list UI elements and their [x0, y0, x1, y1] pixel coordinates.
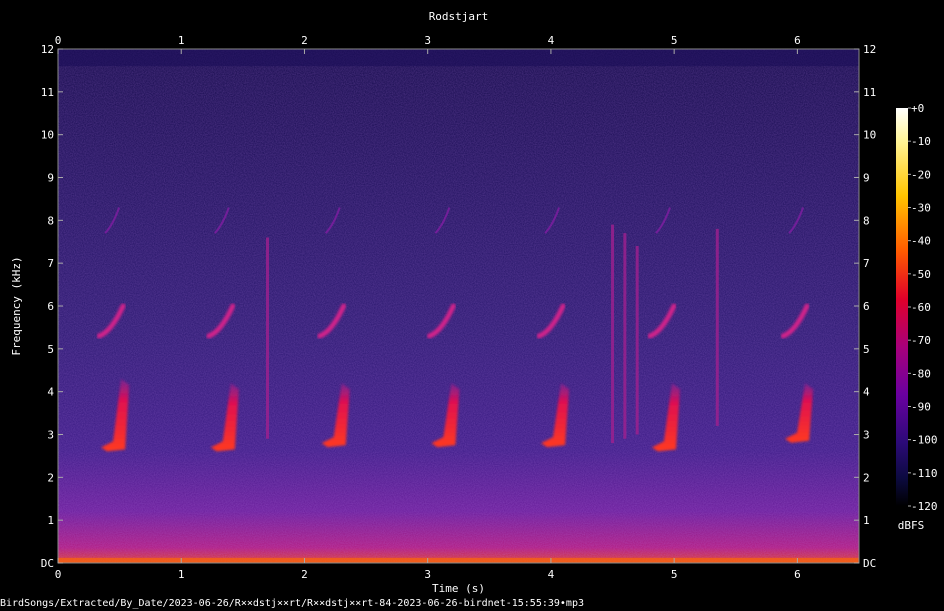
colorbar-tick-label: -100 — [911, 434, 938, 447]
colorbar-tick-label: -40 — [911, 235, 931, 248]
y-tick-label-left: 3 — [47, 429, 54, 442]
spectrogram-chart: 00112233445566DC DC1 12 23 34 45 56 67 78 89 910 10… — [10, 10, 938, 595]
spectrogram-noise-texture — [58, 49, 859, 563]
colorbar-gradient — [896, 108, 908, 506]
x-tick-label-top: 2 — [301, 34, 308, 47]
y-tick-label-right: 11 — [863, 86, 876, 99]
x-tick-label-top: 4 — [548, 34, 555, 47]
y-tick-label-left: 11 — [41, 86, 54, 99]
y-tick-label-right: 3 — [863, 429, 870, 442]
spectrogram-plot-area — [57, 48, 860, 564]
colorbar: +0 -10 -20 -30 -40 -50 -60 -70 -80 -90 -100 -110 -12… — [896, 102, 938, 532]
colorbar-tick-label: -30 — [911, 202, 931, 215]
colorbar-tick-label: -60 — [911, 301, 931, 314]
x-tick-label-bottom: 3 — [424, 568, 431, 581]
x-tick-label-bottom: 4 — [548, 568, 555, 581]
colorbar-tick-label: -20 — [911, 168, 931, 181]
y-tick-label-right: 8 — [863, 214, 870, 227]
y-tick-label-left: DC — [41, 557, 54, 570]
y-tick-label-right: 1 — [863, 514, 870, 527]
y-tick-label-left: 4 — [47, 386, 54, 399]
x-tick-label-top: 0 — [55, 34, 62, 47]
x-tick-label-bottom: 5 — [671, 568, 678, 581]
file-path-caption: BirdSongs/Extracted/By_Date/2023-06-26/R… — [0, 598, 584, 609]
x-tick-label-top: 5 — [671, 34, 678, 47]
y-axis-label: Frequency (kHz) — [10, 256, 23, 355]
colorbar-tick-label: +0 — [911, 102, 924, 115]
y-tick-label-left: 8 — [47, 214, 54, 227]
x-tick-label-bottom: 6 — [794, 568, 801, 581]
y-tick-label-right: 7 — [863, 257, 870, 270]
colorbar-tick-label: -80 — [911, 367, 931, 380]
y-tick-label-right: 2 — [863, 471, 870, 484]
colorbar-tick-label: -10 — [911, 135, 931, 148]
y-tick-label-left: 9 — [47, 172, 54, 185]
x-tick-label-bottom: 0 — [55, 568, 62, 581]
x-tick-label-bottom: 2 — [301, 568, 308, 581]
y-tick-label-left: 5 — [47, 343, 54, 356]
colorbar-tick-label: -50 — [911, 268, 931, 281]
dc-noise-floor — [58, 557, 859, 563]
colorbar-label: dBFS — [898, 519, 925, 532]
y-tick-label-right: 10 — [863, 129, 876, 142]
colorbar-tick-label: -110 — [911, 467, 938, 480]
x-tick-label-bottom: 1 — [178, 568, 185, 581]
x-axis-label: Time (s) — [432, 582, 485, 595]
y-tick-label-right: 9 — [863, 172, 870, 185]
y-tick-label-right: DC — [863, 557, 876, 570]
y-tick-label-right: 5 — [863, 343, 870, 356]
y-tick-label-left: 12 — [41, 43, 54, 56]
colorbar-tick-label: -70 — [911, 334, 931, 347]
y-tick-label-left: 6 — [47, 300, 54, 313]
colorbar-tick-label: -120 — [911, 500, 938, 513]
x-tick-label-top: 6 — [794, 34, 801, 47]
chart-title: Rodstjart — [429, 10, 489, 23]
x-tick-label-top: 3 — [424, 34, 431, 47]
colorbar-tick-label: -90 — [911, 401, 931, 414]
y-tick-label-left: 2 — [47, 471, 54, 484]
colorbar-ticks: +0 -10 -20 -30 -40 -50 -60 -70 -80 -90 -100 -110 -12… — [908, 102, 938, 513]
y-tick-label-left: 1 — [47, 514, 54, 527]
y-tick-label-left: 10 — [41, 129, 54, 142]
y-tick-label-right: 12 — [863, 43, 876, 56]
x-tick-label-top: 1 — [178, 34, 185, 47]
spectrogram-above-cutoff-band — [58, 49, 859, 67]
y-tick-label-right: 6 — [863, 300, 870, 313]
y-tick-label-left: 7 — [47, 257, 54, 270]
y-tick-label-right: 4 — [863, 386, 870, 399]
